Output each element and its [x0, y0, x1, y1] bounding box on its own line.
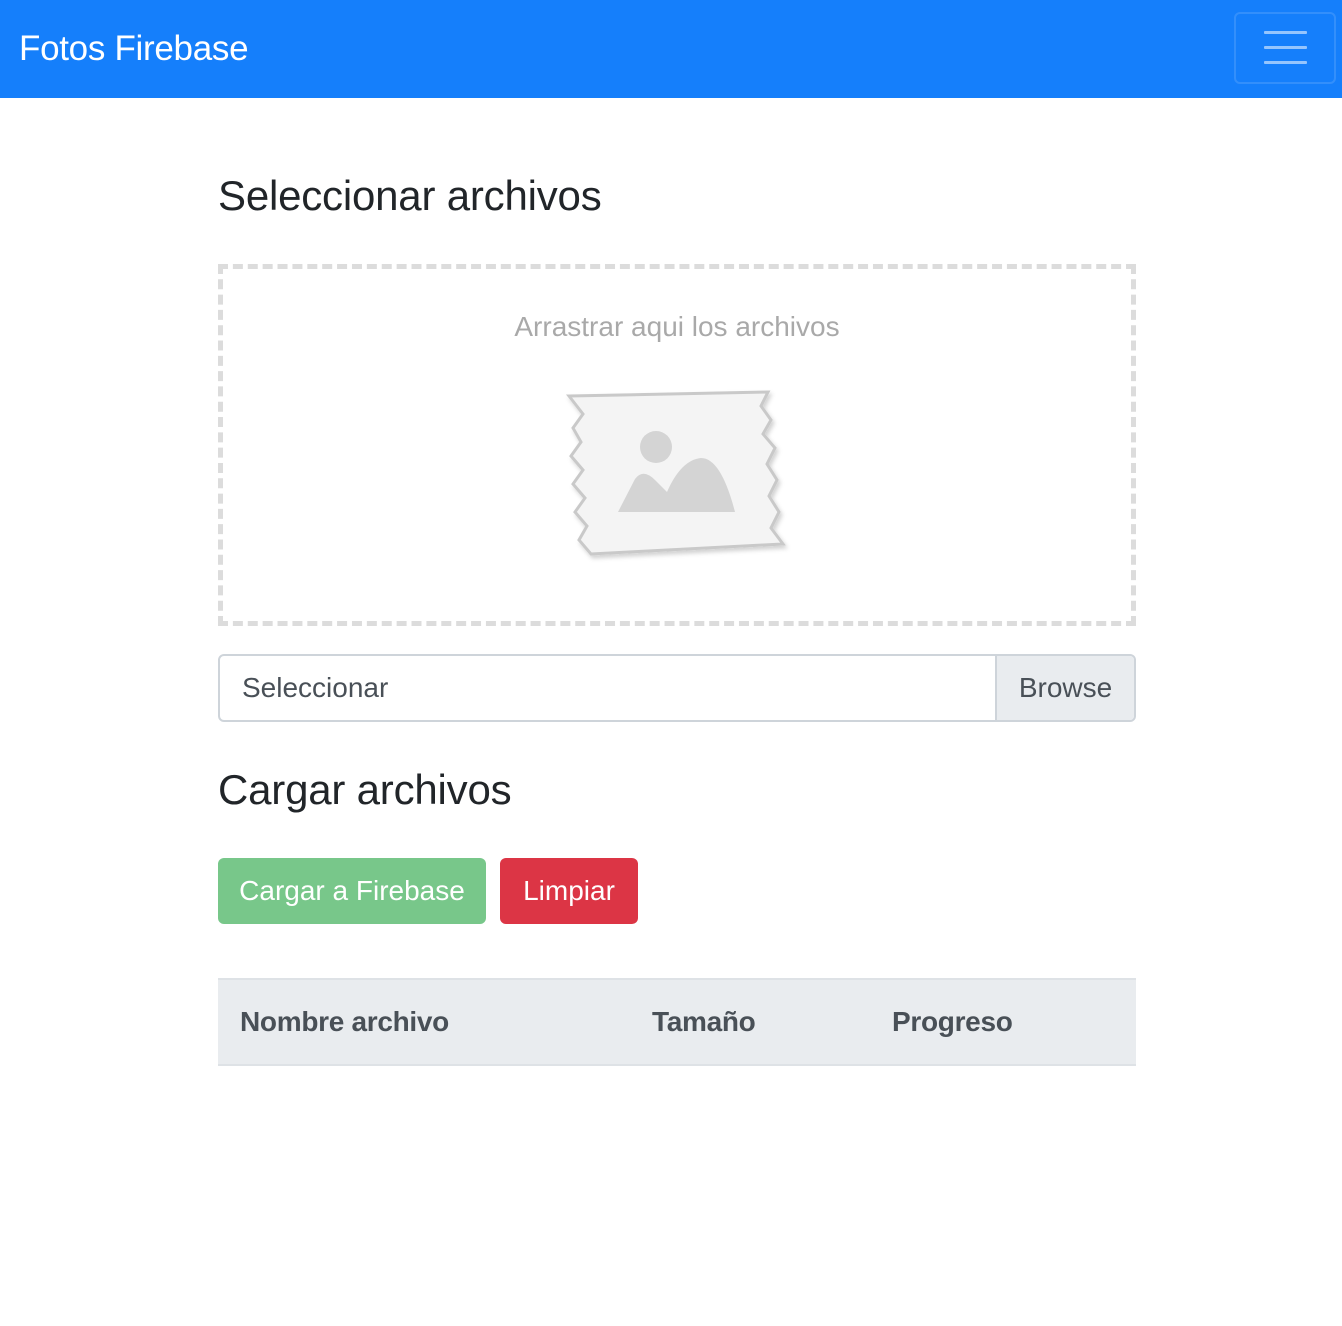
table-header-row: Nombre archivo Tamaño Progreso: [218, 979, 1136, 1065]
upload-files-heading: Cargar archivos: [218, 766, 512, 813]
image-placeholder-icon: [565, 390, 786, 556]
drop-zone[interactable]: Arrastrar aqui los archivos: [218, 264, 1136, 626]
column-header-progress: Progreso: [892, 1006, 1013, 1037]
column-header-size: Tamaño: [652, 1006, 756, 1037]
drop-zone-hint: Arrastrar aqui los archivos: [514, 311, 840, 342]
upload-to-firebase-button[interactable]: Cargar a Firebase: [218, 858, 486, 924]
navbar: Fotos Firebase: [0, 0, 1342, 98]
select-files-heading: Seleccionar archivos: [218, 172, 602, 219]
file-input-label: Seleccionar: [242, 672, 389, 703]
column-header-file-name: Nombre archivo: [240, 1006, 449, 1037]
clear-button[interactable]: Limpiar: [500, 858, 638, 924]
navbar-toggler-button[interactable]: [1234, 12, 1336, 84]
browse-button[interactable]: Browse: [995, 656, 1134, 720]
navbar-brand[interactable]: Fotos Firebase: [19, 28, 249, 70]
files-table: Nombre archivo Tamaño Progreso: [218, 978, 1136, 1066]
file-input[interactable]: Seleccionar Browse: [218, 654, 1136, 722]
